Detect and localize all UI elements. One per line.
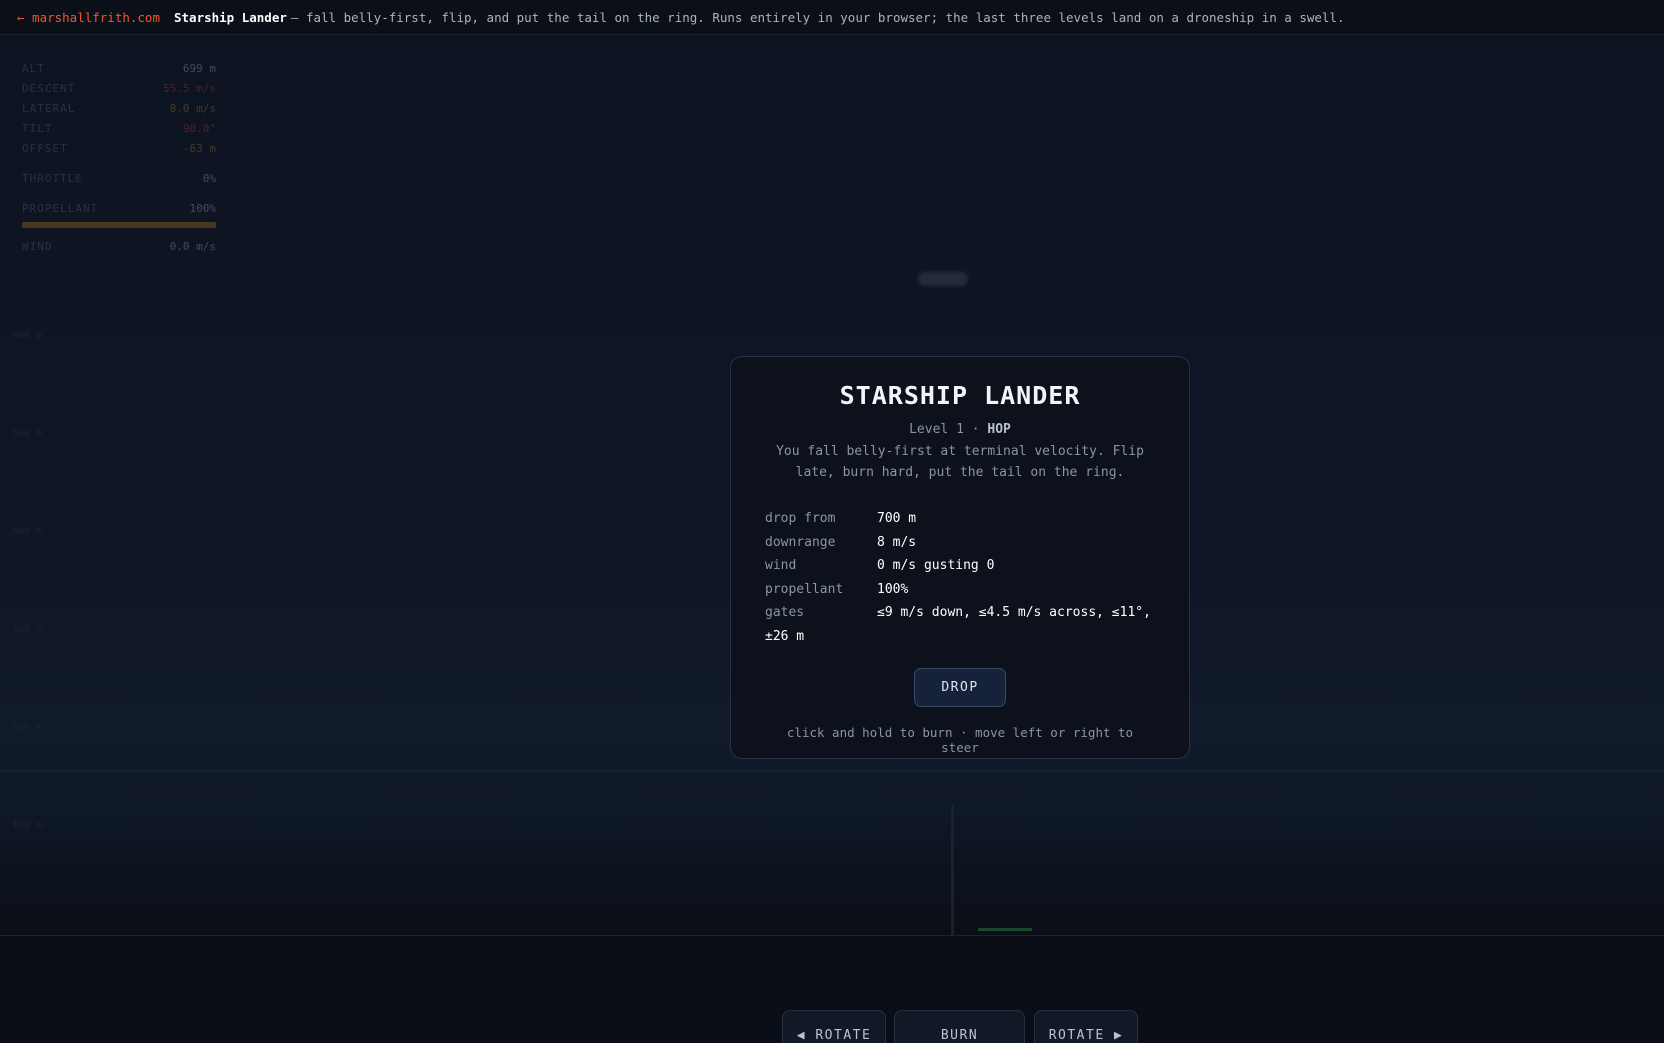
- rotate-right-button[interactable]: ROTATE ▶: [1034, 1010, 1138, 1043]
- burn-button[interactable]: BURN: [894, 1010, 1025, 1043]
- level-intro-dialog: STARSHIP LANDER Level 1 · HOP You fall b…: [730, 356, 1190, 759]
- dialog-title: STARSHIP LANDER: [839, 381, 1081, 410]
- sea-horizon: [0, 770, 1664, 772]
- hud-descent: DESCENT 55.5 m/s: [22, 78, 216, 98]
- hud-propellant: PROPELLANT 100%: [22, 198, 216, 218]
- hud-label: TILT: [22, 121, 53, 135]
- altitude-tick: 300 m: [12, 624, 43, 635]
- telemetry-hud: ALT 699 m DESCENT 55.5 m/s LATERAL 8.0 m…: [22, 58, 216, 256]
- ground-line: [0, 935, 1664, 936]
- level-specs: drop from 700 m downrange 8 m/s wind 0 m/s …: [765, 507, 1155, 648]
- rotate-left-button[interactable]: ◀ ROTATE: [782, 1010, 886, 1043]
- spec-label: downrange: [765, 534, 836, 550]
- spec-value: 0 m/s gusting 0: [877, 558, 995, 573]
- hud-value: 90.0°: [182, 121, 216, 135]
- hud-label: DESCENT: [22, 81, 76, 95]
- altitude-tick: 500 m: [12, 428, 43, 439]
- hud-wind: WIND 0.0 m/s: [22, 236, 216, 256]
- hud-label: WIND: [22, 239, 53, 253]
- spec-row: wind 0 m/s gusting 0: [765, 554, 1155, 578]
- altitude-tick: 400 m: [12, 526, 43, 537]
- spec-label: wind: [765, 558, 797, 573]
- hud-value: 8.0 m/s: [169, 101, 216, 115]
- hud-value: 0.0 m/s: [169, 239, 216, 253]
- spec-value: 100%: [877, 581, 909, 597]
- altitude-tick: 100 m: [12, 820, 43, 831]
- app-name: Starship Lander: [174, 9, 287, 25]
- spec-label: drop from: [765, 511, 836, 526]
- hud-offset: OFFSET -63 m: [22, 138, 216, 158]
- hud-tilt: TILT 90.0°: [22, 118, 216, 138]
- tagline: — fall belly-first, flip, and put the ta…: [290, 9, 1345, 25]
- altitude-tick: 600 m: [12, 330, 43, 341]
- spec-label: propellant: [765, 581, 844, 597]
- controls-hint: click and hold to burn · move left or ri…: [786, 725, 1134, 755]
- altitude-tick: 200 m: [12, 722, 43, 733]
- level-name: HOP: [987, 422, 1011, 437]
- hud-label: LATERAL: [22, 101, 76, 115]
- hud-lateral: LATERAL 8.0 m/s: [22, 98, 216, 118]
- hud-label: PROPELLANT: [22, 201, 99, 215]
- back-link[interactable]: ← marshallfrith.com: [17, 10, 160, 25]
- spec-value: 8 m/s: [877, 534, 917, 550]
- drop-button[interactable]: DROP: [914, 668, 1006, 707]
- level-line: Level 1 · HOP: [765, 422, 1155, 437]
- level-description: You fall belly-first at terminal velocit…: [776, 444, 1144, 480]
- spec-row: propellant 100%: [765, 578, 1155, 602]
- spec-label: gates: [765, 605, 805, 620]
- top-bar: ← marshallfrith.com Starship Lander — fa…: [0, 0, 1664, 35]
- landing-tower: [951, 805, 954, 935]
- hud-alt: ALT 699 m: [22, 58, 216, 78]
- spec-row: gates ≤9 m/s down, ≤4.5 m/s across, ≤11°,…: [765, 601, 1155, 648]
- hud-label: ALT: [22, 61, 45, 75]
- hud-throttle: THROTTLE 0%: [22, 168, 216, 188]
- spec-row: downrange 8 m/s: [765, 531, 1155, 555]
- hud-value: 0%: [202, 171, 216, 185]
- hud-value: 55.5 m/s: [163, 81, 216, 95]
- hud-value: -63 m: [182, 141, 216, 155]
- level-prefix: Level 1 ·: [909, 422, 980, 437]
- hud-value: 100%: [189, 201, 217, 215]
- propellant-bar: [22, 222, 216, 228]
- spec-value: 700 m: [877, 511, 917, 526]
- hud-label: THROTTLE: [22, 171, 83, 185]
- landing-ring: [978, 928, 1032, 931]
- hud-value: 699 m: [182, 61, 216, 75]
- hud-label: OFFSET: [22, 141, 68, 155]
- spec-row: drop from 700 m: [765, 507, 1155, 531]
- starship-sprite: [918, 272, 968, 286]
